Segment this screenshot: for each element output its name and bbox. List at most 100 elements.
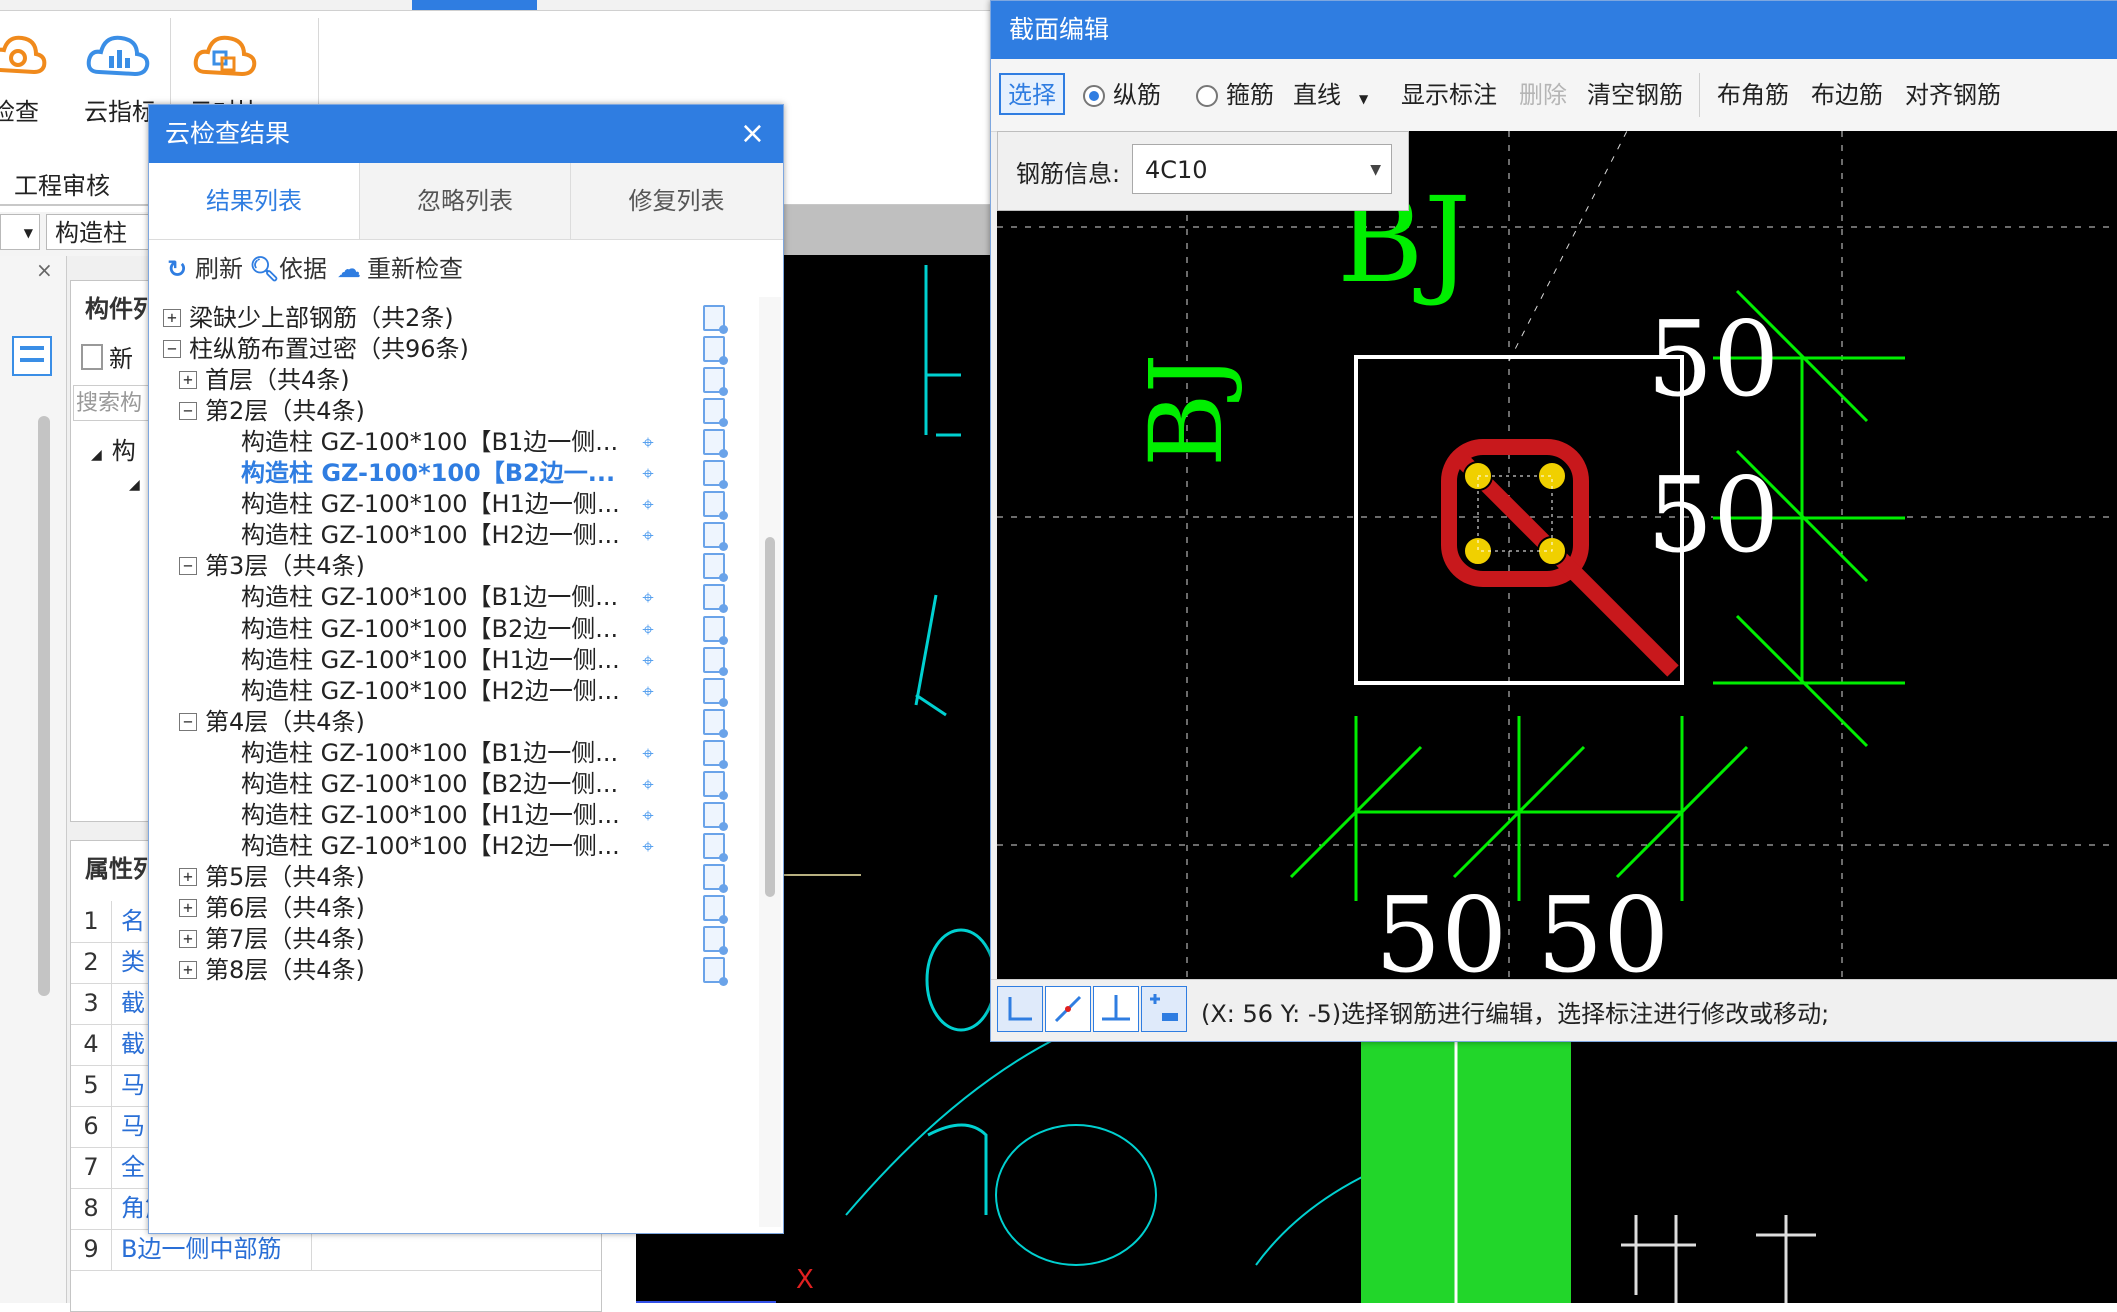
scrollbar-thumb[interactable] bbox=[765, 537, 775, 897]
locate-icon[interactable]: ⌖ bbox=[637, 649, 659, 671]
toolbar-separator bbox=[1699, 73, 1700, 117]
check-label: 检查 bbox=[0, 98, 39, 126]
refresh-button[interactable]: ↻ 刷新 bbox=[165, 253, 243, 285]
result-scrollbar[interactable] bbox=[759, 297, 781, 1227]
dimension-right-1[interactable]: 50 bbox=[1647, 307, 1779, 411]
locate-icon[interactable]: ⌖ bbox=[637, 742, 659, 764]
cad-glyph bbox=[927, 1123, 988, 1215]
property-name: B边一侧中部筋 bbox=[121, 1235, 282, 1263]
locate-icon[interactable]: ⌖ bbox=[637, 586, 659, 608]
tab-repair-list[interactable]: 修复列表 bbox=[571, 163, 782, 239]
refresh-icon: ↻ bbox=[166, 255, 188, 283]
check-button[interactable]: 检查 bbox=[0, 30, 70, 130]
collapse-icon[interactable]: − bbox=[163, 340, 181, 359]
cloud-check-icon bbox=[0, 35, 47, 75]
locate-icon[interactable]: ⌖ bbox=[637, 773, 659, 795]
collapse-icon[interactable]: − bbox=[179, 402, 197, 421]
expand-icon[interactable]: + bbox=[179, 961, 197, 980]
status-text: (X: 56 Y: -5)选择钢筋进行编辑，选择标注进行修改或移动; bbox=[1201, 1000, 1830, 1028]
dimension-bottom-2[interactable]: 50 bbox=[1537, 883, 1669, 979]
locate-icon[interactable]: ⌖ bbox=[637, 680, 659, 702]
cad-green-column[interactable] bbox=[1361, 1035, 1571, 1303]
property-row-number: 6 bbox=[71, 1106, 112, 1147]
collapse-icon[interactable]: − bbox=[179, 557, 197, 576]
cloud-dialog-titlebar[interactable]: 云检查结果 × bbox=[149, 105, 783, 163]
dimension-right-2[interactable]: 50 bbox=[1647, 463, 1779, 567]
rebar-info-input[interactable]: 4C10 ▼ bbox=[1132, 144, 1392, 194]
section-statusbar: (X: 56 Y: -5)选择钢筋进行编辑，选择标注进行修改或移动; bbox=[991, 979, 2117, 1040]
corner-rebar-button[interactable]: 布角筋 bbox=[1717, 79, 1789, 111]
section-dialog-title: 截面编辑 bbox=[1009, 15, 1110, 44]
left-scrollbar[interactable] bbox=[38, 416, 50, 996]
cad-text-stroke bbox=[1621, 1215, 1696, 1303]
cloud-tabs: 结果列表 忽略列表 修复列表 bbox=[149, 163, 783, 240]
edge-rebar-button[interactable]: 布边筋 bbox=[1811, 79, 1883, 111]
floor-selector[interactable]: ▼ bbox=[0, 214, 40, 250]
point-snap-button[interactable] bbox=[1141, 986, 1187, 1032]
clear-rebar-button[interactable]: 清空钢筋 bbox=[1587, 79, 1683, 111]
tab-result-list[interactable]: 结果列表 bbox=[149, 163, 360, 239]
expand-icon[interactable]: + bbox=[163, 309, 181, 327]
section-toolbar: 选择 纵筋 箍筋 直线 ▼ 显示标注 删除 清空钢筋 布角筋 布边筋 对齐钢筋 bbox=[991, 59, 2117, 132]
report-doc-icon[interactable] bbox=[703, 957, 728, 987]
stirrup-hook[interactable] bbox=[1457, 455, 1679, 677]
section-canvas[interactable]: BJ BJ 50 50 50 50 钢筋信息: 4C10 ▼ bbox=[997, 131, 2117, 979]
tree-row[interactable]: + 第8层（共4条) bbox=[149, 949, 759, 991]
new-component-button[interactable]: 新 bbox=[81, 339, 133, 374]
expand-icon[interactable]: + bbox=[179, 898, 197, 917]
tree-root-label: 构 bbox=[111, 437, 136, 465]
expand-icon[interactable]: + bbox=[179, 371, 197, 390]
close-icon[interactable]: × bbox=[36, 258, 53, 282]
chevron-down-icon[interactable]: ▼ bbox=[1370, 145, 1381, 195]
rebar-info-value: 4C10 bbox=[1145, 156, 1208, 184]
tree-row-label: 第8层（共4条) bbox=[205, 956, 365, 985]
perpendicular-icon bbox=[1102, 995, 1130, 1021]
dimension-bottom-1[interactable]: 50 bbox=[1375, 883, 1507, 979]
stirrup-radio[interactable]: 箍筋 bbox=[1196, 79, 1274, 111]
active-ribbon-tab[interactable] bbox=[412, 0, 537, 10]
layout-icon[interactable] bbox=[12, 336, 52, 376]
line-mode-dropdown[interactable]: 直线 ▼ bbox=[1293, 79, 1368, 111]
ortho-snap-button[interactable] bbox=[997, 986, 1043, 1032]
component-type-selector[interactable]: 构造柱 bbox=[46, 214, 156, 250]
property-name: 截 bbox=[121, 1030, 145, 1058]
tab-ignore-list[interactable]: 忽略列表 bbox=[360, 163, 571, 239]
collapse-icon[interactable]: − bbox=[179, 712, 197, 731]
select-tool-button[interactable]: 选择 bbox=[999, 73, 1065, 115]
longitudinal-radio[interactable]: 纵筋 bbox=[1083, 79, 1161, 111]
cloud-toolbar: ↻ 刷新 🔍︎依据 ☁ 重新检查 bbox=[149, 241, 783, 297]
basis-button[interactable]: 🔍︎依据 bbox=[249, 253, 327, 285]
longitudinal-label: 纵筋 bbox=[1113, 81, 1161, 109]
align-rebar-button[interactable]: 对齐钢筋 bbox=[1905, 79, 2001, 111]
close-icon[interactable]: × bbox=[740, 105, 765, 163]
line-snap-button[interactable] bbox=[1045, 986, 1091, 1032]
result-tree: + 梁缺少上部钢筋（共2条) − 柱纵筋布置过密（共96条) + 首层（共4条) − 第2层（… bbox=[149, 297, 759, 1227]
locate-icon[interactable]: ⌖ bbox=[637, 431, 659, 453]
expand-icon[interactable]: + bbox=[179, 930, 197, 948]
locate-icon[interactable]: ⌖ bbox=[637, 835, 659, 857]
cloud-icon: ☁ bbox=[337, 255, 361, 283]
locate-icon[interactable]: ⌖ bbox=[637, 493, 659, 515]
expand-icon[interactable]: + bbox=[179, 867, 197, 886]
section-editor-dialog: 截面编辑 选择 纵筋 箍筋 直线 ▼ 显示标注 删除 清空钢筋 布角筋 布边筋 对… bbox=[990, 0, 2117, 1042]
triangle-down-icon[interactable]: ◢ bbox=[129, 477, 140, 493]
locate-icon[interactable]: ⌖ bbox=[637, 618, 659, 640]
perpendicular-snap-button[interactable] bbox=[1093, 986, 1139, 1032]
basis-label: 依据 bbox=[279, 255, 327, 283]
navigation-strip: × bbox=[0, 256, 67, 1303]
delete-button[interactable]: 删除 bbox=[1519, 79, 1567, 111]
locate-icon[interactable]: ⌖ bbox=[637, 804, 659, 826]
component-panel-title: 构件列 bbox=[85, 295, 157, 323]
locate-icon[interactable]: ⌖ bbox=[637, 524, 659, 546]
locate-icon[interactable]: ⌖ bbox=[637, 462, 659, 484]
point-snap-icon bbox=[1150, 994, 1178, 1021]
section-dialog-titlebar[interactable]: 截面编辑 bbox=[991, 1, 2117, 59]
property-row[interactable]: 9 B边一侧中部筋 bbox=[71, 1229, 601, 1271]
radio-checked-icon bbox=[1083, 85, 1105, 107]
show-dimension-button[interactable]: 显示标注 bbox=[1401, 79, 1497, 111]
cad-text-stroke bbox=[1756, 1215, 1816, 1303]
recheck-button[interactable]: ☁ 重新检查 bbox=[337, 253, 463, 285]
component-tree-root[interactable]: ◢ 构 bbox=[91, 431, 136, 466]
property-name: 截 bbox=[121, 989, 145, 1017]
menu-bar bbox=[0, 0, 1000, 11]
